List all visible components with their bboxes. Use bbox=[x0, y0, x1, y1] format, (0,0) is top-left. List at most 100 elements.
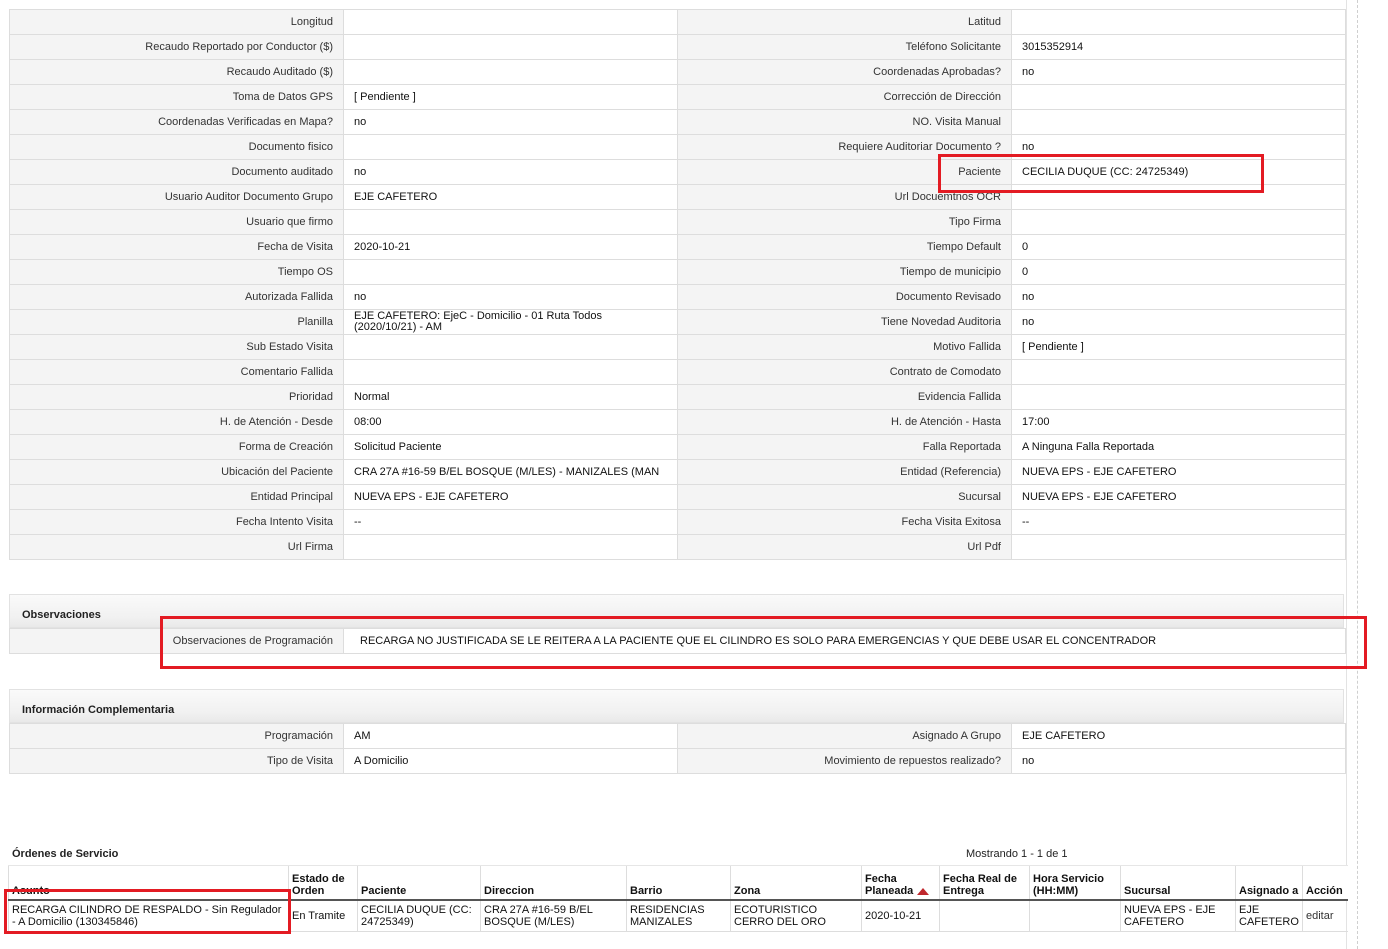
detail-row: Recaudo Reportado por Conductor ($) Teléf… bbox=[9, 34, 1346, 60]
field-label: Latitud bbox=[677, 9, 1012, 35]
page-right-border bbox=[1357, 0, 1358, 949]
field-label: Autorizada Fallida bbox=[9, 284, 344, 310]
detail-row: Autorizada Fallida no Documento Revisado no bbox=[9, 284, 1346, 310]
field-value: -- bbox=[343, 509, 678, 535]
field-label: Requiere Auditoriar Documento ? bbox=[677, 134, 1012, 160]
ordenes-servicio-table: Asunto Estado de Orden Paciente Direccio… bbox=[8, 865, 1348, 932]
field-value: no bbox=[1011, 748, 1346, 774]
field-label: Documento Revisado bbox=[677, 284, 1012, 310]
col-barrio[interactable]: Barrio bbox=[626, 865, 731, 901]
detail-row: Usuario que firmo Tipo Firma bbox=[9, 209, 1346, 235]
detail-row: Tipo de Visita A Domicilio Movimiento de r… bbox=[9, 748, 1346, 774]
field-value: [ Pendiente ] bbox=[1011, 334, 1346, 360]
table-row[interactable]: RECARGA CILINDRO DE RESPALDO - Sin Regul… bbox=[8, 900, 1348, 932]
field-label: Entidad (Referencia) bbox=[677, 459, 1012, 485]
col-fecha-real[interactable]: Fecha Real de Entrega bbox=[939, 865, 1030, 901]
col-asignado[interactable]: Asignado a bbox=[1235, 865, 1303, 901]
field-value: no bbox=[343, 159, 678, 185]
field-label: Paciente bbox=[677, 159, 1012, 185]
field-value: NUEVA EPS - EJE CAFETERO bbox=[1011, 459, 1346, 485]
editar-link[interactable]: editar bbox=[1306, 910, 1334, 922]
col-sucursal[interactable]: Sucursal bbox=[1120, 865, 1236, 901]
detail-row: Entidad Principal NUEVA EPS - EJE CAFETER… bbox=[9, 484, 1346, 510]
cell-accion: editar bbox=[1302, 900, 1348, 932]
field-value bbox=[343, 259, 678, 285]
detail-row: Fecha de Visita 2020-10-21 Tiempo Default 0 bbox=[9, 234, 1346, 260]
col-paciente[interactable]: Paciente bbox=[357, 865, 481, 901]
col-hora-servicio[interactable]: Hora Servicio (HH:MM) bbox=[1029, 865, 1121, 901]
detail-row: Usuario Auditor Documento Grupo EJE CAFET… bbox=[9, 184, 1346, 210]
field-label: Usuario que firmo bbox=[9, 209, 344, 235]
detail-row: Sub Estado Visita Motivo Fallida[ Pendien… bbox=[9, 334, 1346, 360]
col-fecha-real-label: Fecha Real de Entrega bbox=[943, 873, 1017, 897]
field-value: 3015352914 bbox=[1011, 34, 1346, 60]
field-value bbox=[1011, 534, 1346, 560]
field-value: A Domicilio bbox=[343, 748, 678, 774]
col-barrio-label: Barrio bbox=[630, 885, 663, 897]
field-value: NUEVA EPS - EJE CAFETERO bbox=[343, 484, 678, 510]
field-value bbox=[343, 59, 678, 85]
field-label: Documento auditado bbox=[9, 159, 344, 185]
content-right-border bbox=[1346, 0, 1347, 949]
orders-header-row: Asunto Estado de Orden Paciente Direccio… bbox=[8, 865, 1348, 901]
field-label: Coordenadas Verificadas en Mapa? bbox=[9, 109, 344, 135]
detail-row: Longitud Latitud bbox=[9, 9, 1346, 35]
field-value: no bbox=[343, 284, 678, 310]
cell-fecha-real bbox=[939, 900, 1030, 932]
field-value: 0 bbox=[1011, 234, 1346, 260]
sort-ascending-icon[interactable] bbox=[917, 887, 930, 895]
field-label: Recaudo Auditado ($) bbox=[9, 59, 344, 85]
field-label: Usuario Auditor Documento Grupo bbox=[9, 184, 344, 210]
field-label: Asignado A Grupo bbox=[677, 723, 1012, 749]
observaciones-value: RECARGA NO JUSTIFICADA SE LE REITERA A L… bbox=[343, 628, 1346, 654]
col-direccion-label: Direccion bbox=[484, 885, 535, 897]
field-label: Programación bbox=[9, 723, 344, 749]
col-fecha-planeada[interactable]: Fecha Planeada bbox=[861, 865, 940, 901]
field-value: no bbox=[343, 109, 678, 135]
detail-row: Prioridad Normal Evidencia Fallida bbox=[9, 384, 1346, 410]
detail-row: Forma de Creación Solicitud Paciente Falla… bbox=[9, 434, 1346, 460]
field-value: AM bbox=[343, 723, 678, 749]
field-label: Tiempo OS bbox=[9, 259, 344, 285]
field-label: H. de Atención - Hasta bbox=[677, 409, 1012, 435]
field-value: [ Pendiente ] bbox=[343, 84, 678, 110]
detail-row: Planilla EJE CAFETERO: EjeC - Domicilio -… bbox=[9, 309, 1346, 335]
field-label: Comentario Fallida bbox=[9, 359, 344, 385]
info-complementaria-header: Información Complementaria bbox=[9, 689, 1344, 723]
col-zona[interactable]: Zona bbox=[730, 865, 862, 901]
cell-hora-servicio bbox=[1029, 900, 1121, 932]
field-value: no bbox=[1011, 59, 1346, 85]
detail-row: Url Firma Url Pdf bbox=[9, 534, 1346, 560]
detail-row: Documento fisico Requiere Auditoriar Docu… bbox=[9, 134, 1346, 160]
field-value bbox=[343, 209, 678, 235]
info-complementaria-table: Programación AM Asignado A Grupo EJE CAFETE… bbox=[9, 723, 1346, 774]
observaciones-label: Observaciones de Programación bbox=[9, 628, 344, 654]
field-label: Entidad Principal bbox=[9, 484, 344, 510]
field-value: EJE CAFETERO bbox=[343, 184, 678, 210]
col-direccion[interactable]: Direccion bbox=[480, 865, 627, 901]
field-value bbox=[1011, 359, 1346, 385]
detail-row: Tiempo OS Tiempo de municipio 0 bbox=[9, 259, 1346, 285]
field-value bbox=[343, 534, 678, 560]
field-value bbox=[343, 334, 678, 360]
field-label: Corrección de Dirección bbox=[677, 84, 1012, 110]
field-value: 0 bbox=[1011, 259, 1346, 285]
field-value: 2020-10-21 bbox=[343, 234, 678, 260]
field-label: Tiene Novedad Auditoria bbox=[677, 309, 1012, 335]
field-value bbox=[1011, 384, 1346, 410]
col-asunto[interactable]: Asunto bbox=[8, 865, 289, 901]
field-value bbox=[1011, 209, 1346, 235]
field-label: Fecha de Visita bbox=[9, 234, 344, 260]
field-value: Solicitud Paciente bbox=[343, 434, 678, 460]
field-label: Motivo Fallida bbox=[677, 334, 1012, 360]
cell-asignado: EJE CAFETERO bbox=[1235, 900, 1303, 932]
col-estado[interactable]: Estado de Orden bbox=[288, 865, 358, 901]
field-label: Falla Reportada bbox=[677, 434, 1012, 460]
field-value bbox=[343, 359, 678, 385]
col-hora-servicio-label: Hora Servicio (HH:MM) bbox=[1033, 873, 1104, 897]
field-label: Recaudo Reportado por Conductor ($) bbox=[9, 34, 344, 60]
visit-details-table: Longitud Latitud Recaudo Reportado por Con… bbox=[9, 9, 1346, 560]
cell-direccion: CRA 27A #16-59 B/EL BOSQUE (M/LES) bbox=[480, 900, 627, 932]
field-label: Toma de Datos GPS bbox=[9, 84, 344, 110]
field-label: Fecha Intento Visita bbox=[9, 509, 344, 535]
